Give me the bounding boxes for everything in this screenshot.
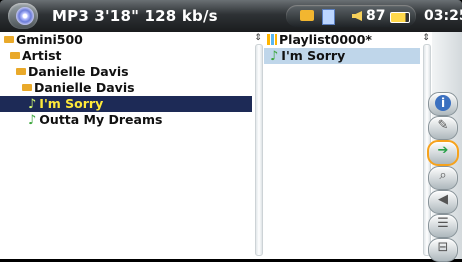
search-icon: ⌕ xyxy=(439,168,447,183)
folder-row[interactable]: Artist xyxy=(10,48,62,64)
track-info: MP3 3'18" 128 kb/s xyxy=(52,7,218,25)
folder-icon xyxy=(10,52,20,59)
folder-icon xyxy=(16,68,26,75)
save-button[interactable]: ☰ xyxy=(428,214,458,238)
playlist-item[interactable]: ♪ I'm Sorry xyxy=(264,48,420,64)
info-button[interactable]: i xyxy=(428,92,458,116)
volume-button[interactable]: ◀ xyxy=(428,190,458,214)
info-icon: i xyxy=(435,95,451,111)
status-bar: MP3 3'18" 128 kb/s 87 03:25 xyxy=(0,0,462,32)
playlist-icon xyxy=(267,34,277,45)
folder-row[interactable]: Danielle Davis xyxy=(22,80,135,96)
battery-icon xyxy=(390,12,410,23)
volume-level: 87 xyxy=(366,8,386,24)
action-toolbar: i ✎ ➔ ⌕ ◀ ☰ ⊟ xyxy=(427,32,462,262)
track-row[interactable]: ♪ Outta My Dreams xyxy=(28,112,162,128)
folder-icon xyxy=(4,36,14,43)
music-note-icon: ♪ xyxy=(28,97,37,112)
card-icon xyxy=(322,9,335,25)
move-icon: ➔ xyxy=(437,143,449,158)
music-note-icon: ♪ xyxy=(28,113,37,128)
move-button[interactable]: ➔ xyxy=(427,140,459,166)
track-row-selected[interactable]: ♪ I'm Sorry xyxy=(0,96,252,112)
close-button[interactable]: ⊟ xyxy=(428,238,458,262)
volume-icon: ◀ xyxy=(438,192,448,207)
scroll-up-icon[interactable]: ⇕ xyxy=(420,33,432,43)
folder-icon xyxy=(22,84,32,91)
edit-button[interactable]: ✎ xyxy=(428,116,458,140)
playlist-panel[interactable]: Playlist0000* ♪ I'm Sorry xyxy=(264,32,420,259)
status-indicators: 87 xyxy=(286,5,416,27)
speaker-icon xyxy=(352,11,362,21)
disc-icon xyxy=(8,3,38,29)
file-browser[interactable]: Gmini500 Artist Danielle Davis Danielle … xyxy=(0,32,252,259)
clock: 03:25 xyxy=(424,8,462,24)
folder-icon xyxy=(300,10,314,21)
playlist-title: Playlist0000* xyxy=(267,32,372,48)
scroll-up-icon[interactable]: ⇕ xyxy=(252,33,264,43)
search-button[interactable]: ⌕ xyxy=(428,166,458,190)
music-note-icon: ♪ xyxy=(270,49,279,64)
save-icon: ☰ xyxy=(437,216,449,231)
folder-row[interactable]: Gmini500 xyxy=(4,32,83,48)
browser-scrollbar[interactable]: ⇕ xyxy=(252,32,264,259)
close-icon: ⊟ xyxy=(437,240,449,255)
scroll-track[interactable] xyxy=(255,44,263,256)
folder-row[interactable]: Danielle Davis xyxy=(16,64,129,80)
edit-icon: ✎ xyxy=(437,118,449,133)
